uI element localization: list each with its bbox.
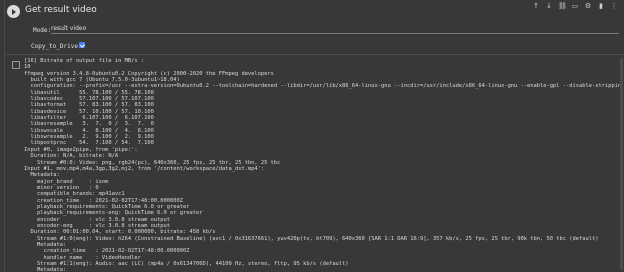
notebook-cell: Get result video ↑ ↓ ⛓ ▭ ⚙ ▮ ⋮ Mode: res… xyxy=(0,0,624,272)
copy-to-drive-label: Copy_to_Drive: xyxy=(31,43,82,50)
link-icon[interactable]: ⛓ xyxy=(558,2,567,10)
delete-icon[interactable]: ▮ xyxy=(597,2,605,10)
settings-icon[interactable]: ⚙ xyxy=(584,2,592,10)
comment-icon[interactable]: ▭ xyxy=(571,2,579,10)
output-line: Stream #1:0(eng): Video: h264 (Constrain… xyxy=(24,235,599,242)
output-scrollbar[interactable] xyxy=(620,58,623,270)
output-icon[interactable] xyxy=(12,61,20,69)
mode-select[interactable]: result video xyxy=(51,24,619,34)
output-divider xyxy=(6,54,624,55)
cell-gutter xyxy=(4,0,5,272)
output-line: Metadata: xyxy=(24,267,67,272)
output-line: configuration: --prefix=/usr --extra-ver… xyxy=(30,83,622,90)
arrow-down-icon[interactable]: ↓ xyxy=(545,2,553,10)
run-cell-button[interactable] xyxy=(7,5,20,18)
arrow-up-icon[interactable]: ↑ xyxy=(532,2,540,10)
cell-title: Get result video xyxy=(25,5,97,15)
copy-to-drive-checkbox[interactable] xyxy=(79,42,85,48)
cell-output: [16] Bitrate of output file in MB/s :10 f… xyxy=(24,58,622,272)
cell-toolbar: ↑ ↓ ⛓ ▭ ⚙ ▮ ⋮ xyxy=(532,2,618,10)
more-icon[interactable]: ⋮ xyxy=(610,2,618,10)
mode-label: Mode: xyxy=(33,27,52,34)
